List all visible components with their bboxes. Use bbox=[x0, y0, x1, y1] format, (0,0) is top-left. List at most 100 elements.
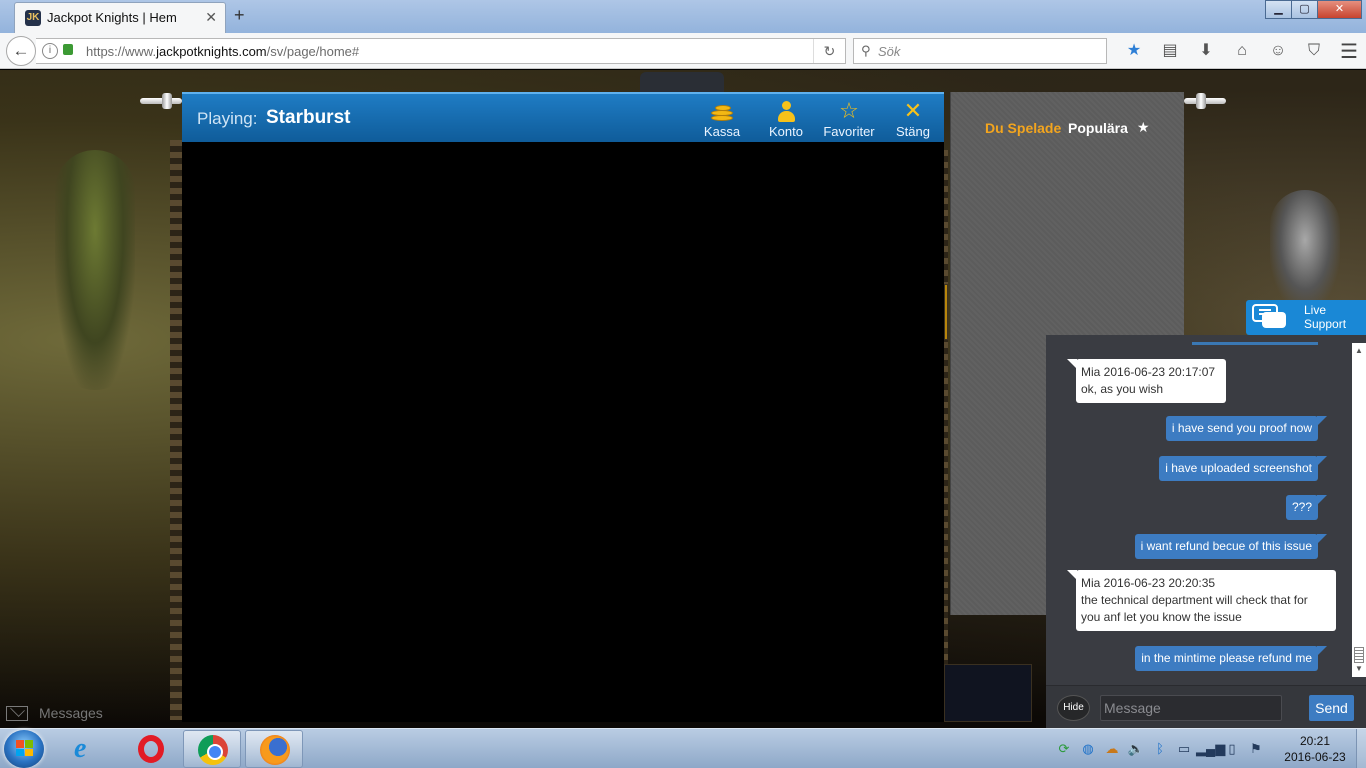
info-icon[interactable]: i bbox=[42, 43, 58, 59]
close-window-button[interactable]: ✕ bbox=[1317, 0, 1362, 19]
envelope-icon bbox=[6, 706, 28, 721]
pocket-icon[interactable]: ⛉ bbox=[1296, 39, 1332, 63]
hamburger-menu-icon[interactable]: ☰ bbox=[1340, 39, 1358, 64]
url-bar[interactable]: i https://www.jackpotknights.com/sv/page… bbox=[36, 38, 846, 64]
game-title: Starburst bbox=[266, 107, 351, 128]
reload-icon[interactable]: ↻ bbox=[813, 39, 845, 63]
scroll-up-icon[interactable]: ▲ bbox=[1352, 345, 1366, 357]
chrome-icon bbox=[198, 735, 228, 765]
taskbar-firefox[interactable] bbox=[245, 730, 303, 768]
start-button[interactable] bbox=[4, 730, 44, 768]
minimize-button[interactable]: ▁ bbox=[1265, 0, 1292, 19]
site-favicon-icon: JK bbox=[25, 10, 41, 26]
flag-icon[interactable]: ⚑ bbox=[1244, 740, 1268, 758]
battery-icon[interactable]: ▯ bbox=[1220, 740, 1244, 758]
reading-list-icon[interactable]: ▤ bbox=[1152, 39, 1188, 63]
maximize-button[interactable]: ▢ bbox=[1291, 0, 1318, 19]
url-text[interactable]: https://www.jackpotknights.com/sv/page/h… bbox=[86, 44, 359, 59]
game-thumbnail-edge bbox=[944, 284, 948, 340]
game-thumbnail[interactable] bbox=[944, 664, 1032, 722]
browser-tab-active[interactable]: JK Jackpot Knights | Hem ✕ bbox=[14, 2, 226, 33]
search-input[interactable] bbox=[878, 42, 1098, 60]
live-support-line2: Support bbox=[1304, 317, 1347, 331]
clock-date: 2016-06-23 bbox=[1284, 750, 1346, 764]
decorative-rod-left bbox=[140, 98, 182, 104]
message-text-line: you anf let you know the issue bbox=[1081, 610, 1242, 624]
hide-chat-button[interactable]: Hide bbox=[1057, 695, 1090, 721]
person-icon bbox=[777, 101, 795, 123]
scroll-down-icon[interactable]: ▼ bbox=[1352, 663, 1366, 675]
chat-message-user: ??? bbox=[1285, 495, 1328, 520]
chat-icon[interactable]: ☺ bbox=[1260, 39, 1296, 63]
message-header: Mia 2016-06-23 20:20:35 bbox=[1081, 576, 1216, 590]
taskbar-clock[interactable]: 20:21 2016-06-23 bbox=[1278, 733, 1352, 765]
tab-popular[interactable]: Populära bbox=[1068, 120, 1128, 136]
opera-icon bbox=[138, 735, 164, 763]
show-desktop-button[interactable] bbox=[1356, 729, 1366, 768]
monitor-icon[interactable]: ▭ bbox=[1172, 740, 1196, 758]
browser-titlebar: JK Jackpot Knights | Hem ✕ + ▁ ▢ ✕ bbox=[0, 0, 1366, 33]
chat-message-user: in the mintime please refund me bbox=[1135, 646, 1327, 671]
chat-footer: Hide Send bbox=[1046, 685, 1366, 728]
account-button[interactable]: Konto bbox=[756, 98, 816, 139]
new-tab-button[interactable]: + bbox=[234, 5, 245, 26]
knight-artwork bbox=[55, 150, 135, 390]
message-text-line: the technical department will check that… bbox=[1081, 593, 1308, 607]
game-modal-header: Playing: Starburst Kassa Konto ☆ Favorit… bbox=[182, 92, 944, 142]
star-outline-icon: ☆ bbox=[839, 98, 859, 123]
previous-message-edge bbox=[1192, 335, 1318, 345]
chat-message-list[interactable]: Mia 2016-06-23 20:17:07 ok, as you wish … bbox=[1046, 335, 1350, 685]
decorative-knob-right bbox=[1196, 93, 1206, 109]
sync-icon[interactable]: ⟳ bbox=[1052, 740, 1076, 758]
live-support-button[interactable]: Live Support bbox=[1246, 300, 1366, 335]
chat-scrollbar[interactable]: ▲ ▼ bbox=[1352, 343, 1366, 677]
search-bar[interactable]: ⚲ bbox=[853, 38, 1107, 64]
scroll-thumb[interactable] bbox=[1354, 647, 1364, 663]
taskbar-opera[interactable] bbox=[122, 730, 180, 768]
chat-message-agent: Mia 2016-06-23 20:20:35 the technical de… bbox=[1067, 570, 1336, 631]
favorites-star-icon[interactable]: ★ bbox=[1137, 119, 1150, 136]
chat-bubbles-icon bbox=[1252, 304, 1286, 330]
site-crest bbox=[640, 72, 724, 94]
chat-message-user: i want refund becue of this issue bbox=[1134, 534, 1328, 559]
window-controls: ▁ ▢ ✕ bbox=[1265, 0, 1362, 19]
windows-logo-icon bbox=[16, 740, 33, 756]
messages-label: Messages bbox=[39, 705, 103, 721]
decorative-knob-left bbox=[162, 93, 172, 109]
clock-time: 20:21 bbox=[1299, 734, 1331, 748]
tab-close-icon[interactable]: ✕ bbox=[205, 9, 217, 26]
download-icon[interactable]: ⬇ bbox=[1188, 39, 1224, 63]
browser-navbar: ← i https://www.jackpotknights.com/sv/pa… bbox=[0, 33, 1366, 69]
close-x-icon: ✕ bbox=[903, 98, 923, 123]
taskbar-internet-explorer[interactable]: e bbox=[60, 730, 118, 768]
arrow-left-icon: ← bbox=[12, 41, 30, 60]
chat-message-input[interactable] bbox=[1100, 695, 1282, 721]
message-header: Mia 2016-06-23 20:17:07 bbox=[1081, 365, 1216, 379]
browser-toolbar: ★ ▤ ⬇ ⌂ ☺ ⛉ bbox=[1116, 39, 1332, 63]
chat-message-user: i have uploaded screenshot bbox=[1159, 456, 1327, 481]
bookmark-star-icon[interactable]: ★ bbox=[1116, 39, 1152, 63]
cashier-button[interactable]: Kassa bbox=[692, 98, 752, 139]
lock-icon[interactable] bbox=[63, 44, 73, 55]
game-canvas[interactable] bbox=[182, 142, 944, 722]
coins-icon bbox=[711, 101, 733, 123]
send-button[interactable]: Send bbox=[1309, 695, 1354, 721]
bluetooth-icon[interactable]: ᛒ bbox=[1148, 740, 1172, 758]
windows-taskbar: e ⟳ ◍ ☁ 🔈 ᛒ ▭ ▂▄▆ ▯ ⚑ 20:21 2016-06-23 bbox=[0, 728, 1366, 768]
chat-message-agent: Mia 2016-06-23 20:17:07 ok, as you wish bbox=[1067, 359, 1226, 403]
cloud-icon[interactable]: ☁ bbox=[1100, 740, 1124, 758]
tab-played[interactable]: Du Spelade bbox=[985, 120, 1061, 136]
taskbar-chrome[interactable] bbox=[183, 730, 241, 768]
home-icon[interactable]: ⌂ bbox=[1224, 39, 1260, 63]
network-globe-icon[interactable]: ◍ bbox=[1076, 740, 1100, 758]
playing-label: Playing: bbox=[197, 109, 258, 128]
firefox-icon bbox=[260, 735, 290, 765]
favorites-button[interactable]: ☆ Favoriter bbox=[819, 98, 879, 139]
close-game-button[interactable]: ✕ Stäng bbox=[883, 98, 943, 139]
internet-explorer-icon: e bbox=[74, 733, 87, 764]
signal-icon[interactable]: ▂▄▆ bbox=[1196, 740, 1225, 758]
system-tray: ⟳ ◍ ☁ 🔈 ᛒ ▭ ▂▄▆ ▯ ⚑ bbox=[1052, 729, 1268, 768]
back-button[interactable]: ← bbox=[6, 36, 36, 66]
volume-icon[interactable]: 🔈 bbox=[1124, 740, 1148, 758]
search-icon: ⚲ bbox=[861, 43, 871, 58]
